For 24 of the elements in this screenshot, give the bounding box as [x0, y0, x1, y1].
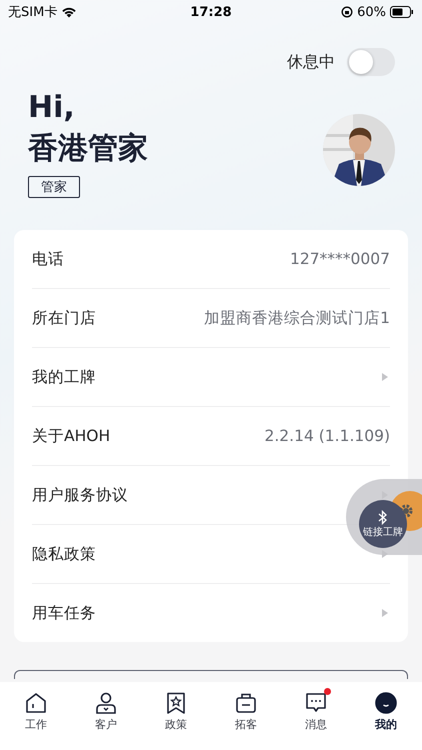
row-label[interactable]: 用户服务协议: [32, 484, 128, 506]
tab-item[interactable]: 消息: [294, 692, 338, 750]
float-label: 链接工牌: [363, 526, 403, 538]
row-label[interactable]: 用车任务: [32, 602, 96, 624]
row-value: 加盟商香港综合测试门店1: [204, 308, 390, 328]
tab-item[interactable]: 工作: [14, 692, 58, 750]
row-label[interactable]: 我的工牌: [32, 366, 96, 388]
tab-item[interactable]: 我的: [364, 692, 408, 750]
battery-text: 60%: [357, 4, 386, 20]
clock-text: 17:28: [190, 4, 232, 20]
row-value: 2.2.14 (1.1.109): [264, 427, 390, 445]
tab-item[interactable]: 拓客: [224, 692, 268, 750]
tab-item[interactable]: 客户: [84, 692, 128, 750]
row-label[interactable]: 电话: [32, 248, 64, 270]
row-label[interactable]: 所在门店: [32, 308, 96, 328]
tab-item[interactable]: 政策: [154, 692, 198, 750]
row-value: 127****0007: [290, 250, 390, 268]
row-label[interactable]: 关于AHOH: [32, 426, 110, 446]
user-name: 香港管家: [28, 130, 148, 168]
carrier-text: 无SIM卡: [8, 4, 58, 21]
greeting-text: Hi,: [28, 89, 75, 127]
rest-label: 休息中: [287, 52, 335, 72]
row-label[interactable]: 隐私政策: [32, 544, 96, 564]
role-tag: 管家: [28, 176, 80, 198]
